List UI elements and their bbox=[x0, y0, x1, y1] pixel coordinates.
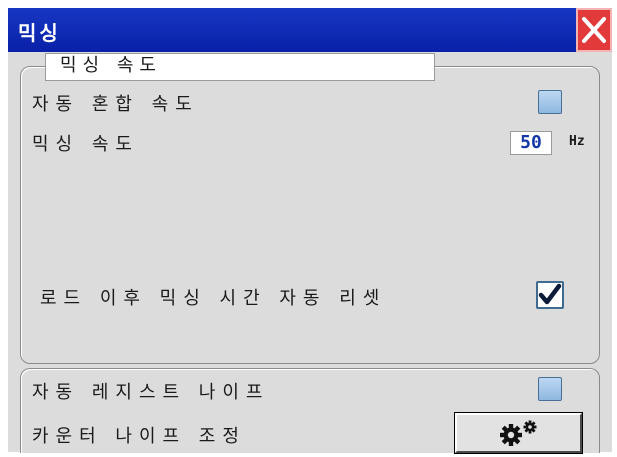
auto-resist-knife-label: 자동 레지스트 나이프 bbox=[32, 382, 270, 403]
gears-icon bbox=[499, 420, 536, 446]
mixing-speed-label: 믹싱 속도 bbox=[32, 134, 139, 155]
group-legend: 믹싱 속도 bbox=[45, 53, 435, 81]
counter-knife-settings-button[interactable] bbox=[454, 412, 583, 454]
auto-mix-speed-label: 자동 혼합 속도 bbox=[32, 94, 199, 115]
title-bar: 믹싱 bbox=[8, 8, 612, 52]
mixing-speed-unit: Hz bbox=[569, 134, 585, 149]
auto-reset-label: 로드 이후 믹싱 시간 자동 리셋 bbox=[40, 288, 387, 309]
close-icon bbox=[582, 17, 606, 43]
counter-knife-label: 카운터 나이프 조정 bbox=[32, 426, 246, 447]
window-title: 믹싱 bbox=[18, 21, 61, 45]
auto-mix-speed-checkbox[interactable] bbox=[538, 90, 562, 114]
auto-resist-knife-checkbox[interactable] bbox=[538, 377, 562, 401]
checkmark-icon bbox=[538, 283, 562, 305]
auto-reset-checkbox[interactable] bbox=[536, 281, 564, 309]
mixing-speed-input[interactable]: 50 bbox=[510, 131, 552, 155]
close-button[interactable] bbox=[576, 8, 612, 52]
